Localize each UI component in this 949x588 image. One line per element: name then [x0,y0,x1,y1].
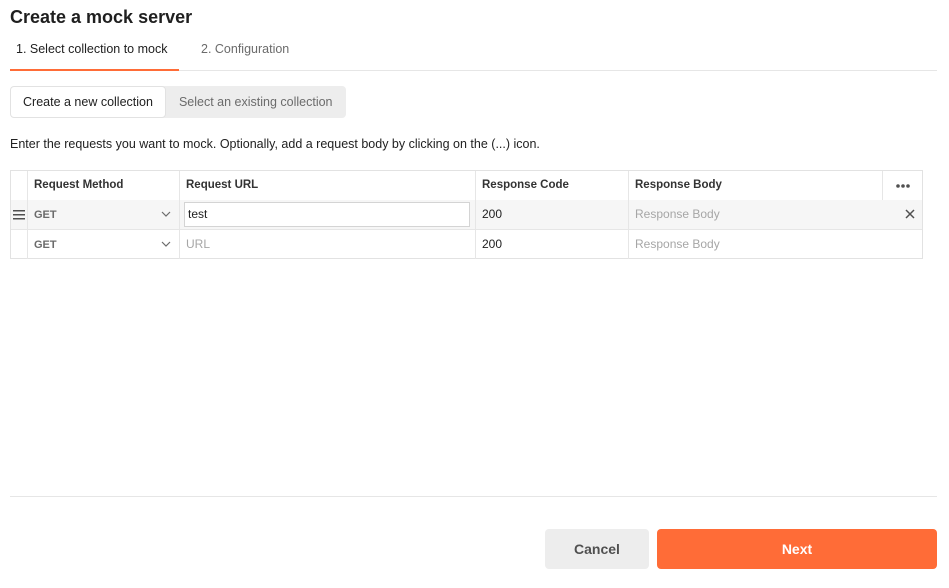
create-new-collection-option[interactable]: Create a new collection [10,86,166,118]
requests-table: Request Method Request URL Response Code… [10,170,923,259]
instructions-text: Enter the requests you want to mock. Opt… [10,137,540,151]
response-code-input[interactable]: 200 [475,200,628,229]
request-method-value: GET [34,209,57,221]
request-method-select[interactable]: GET [27,230,179,259]
header-drag-cell [11,171,27,200]
request-url-input[interactable]: URL [179,230,475,259]
step-tabs: 1. Select collection to mock 2. Configur… [10,40,937,71]
drag-handle-icon[interactable] [11,200,27,229]
more-options-icon[interactable] [882,171,922,200]
request-url-placeholder: URL [186,237,211,251]
header-response-body: Response Body [628,171,882,200]
drag-handle-empty [11,230,27,259]
response-body-placeholder: Response Body [635,207,720,221]
header-request-url: Request URL [179,171,475,200]
response-body-input[interactable]: Response Body [628,200,882,229]
table-header: Request Method Request URL Response Code… [11,171,922,201]
request-url-input[interactable]: test [184,202,470,227]
cancel-button[interactable]: Cancel [545,529,649,569]
response-body-placeholder: Response Body [635,237,720,251]
collection-mode-toggle: Create a new collection Select an existi… [10,86,346,118]
table-row: GET test 200 Response Body [11,200,922,230]
request-method-value: GET [34,239,57,251]
page-title: Create a mock server [10,7,193,27]
tab-select-collection[interactable]: 1. Select collection to mock [10,40,179,71]
remove-row-cell [882,200,922,229]
response-body-input[interactable]: Response Body [628,230,882,259]
footer-divider [10,496,937,497]
select-existing-collection-option[interactable]: Select an existing collection [166,86,346,118]
request-url-cell: test [179,200,475,229]
table-row: GET URL 200 Response Body [11,230,922,259]
tab-configuration[interactable]: 2. Configuration [201,40,289,69]
next-button[interactable]: Next [657,529,937,569]
chevron-down-icon [161,230,171,271]
header-response-code: Response Code [475,171,628,200]
response-code-input[interactable]: 200 [475,230,628,259]
header-request-method: Request Method [27,171,179,200]
request-method-select[interactable]: GET [27,200,179,229]
